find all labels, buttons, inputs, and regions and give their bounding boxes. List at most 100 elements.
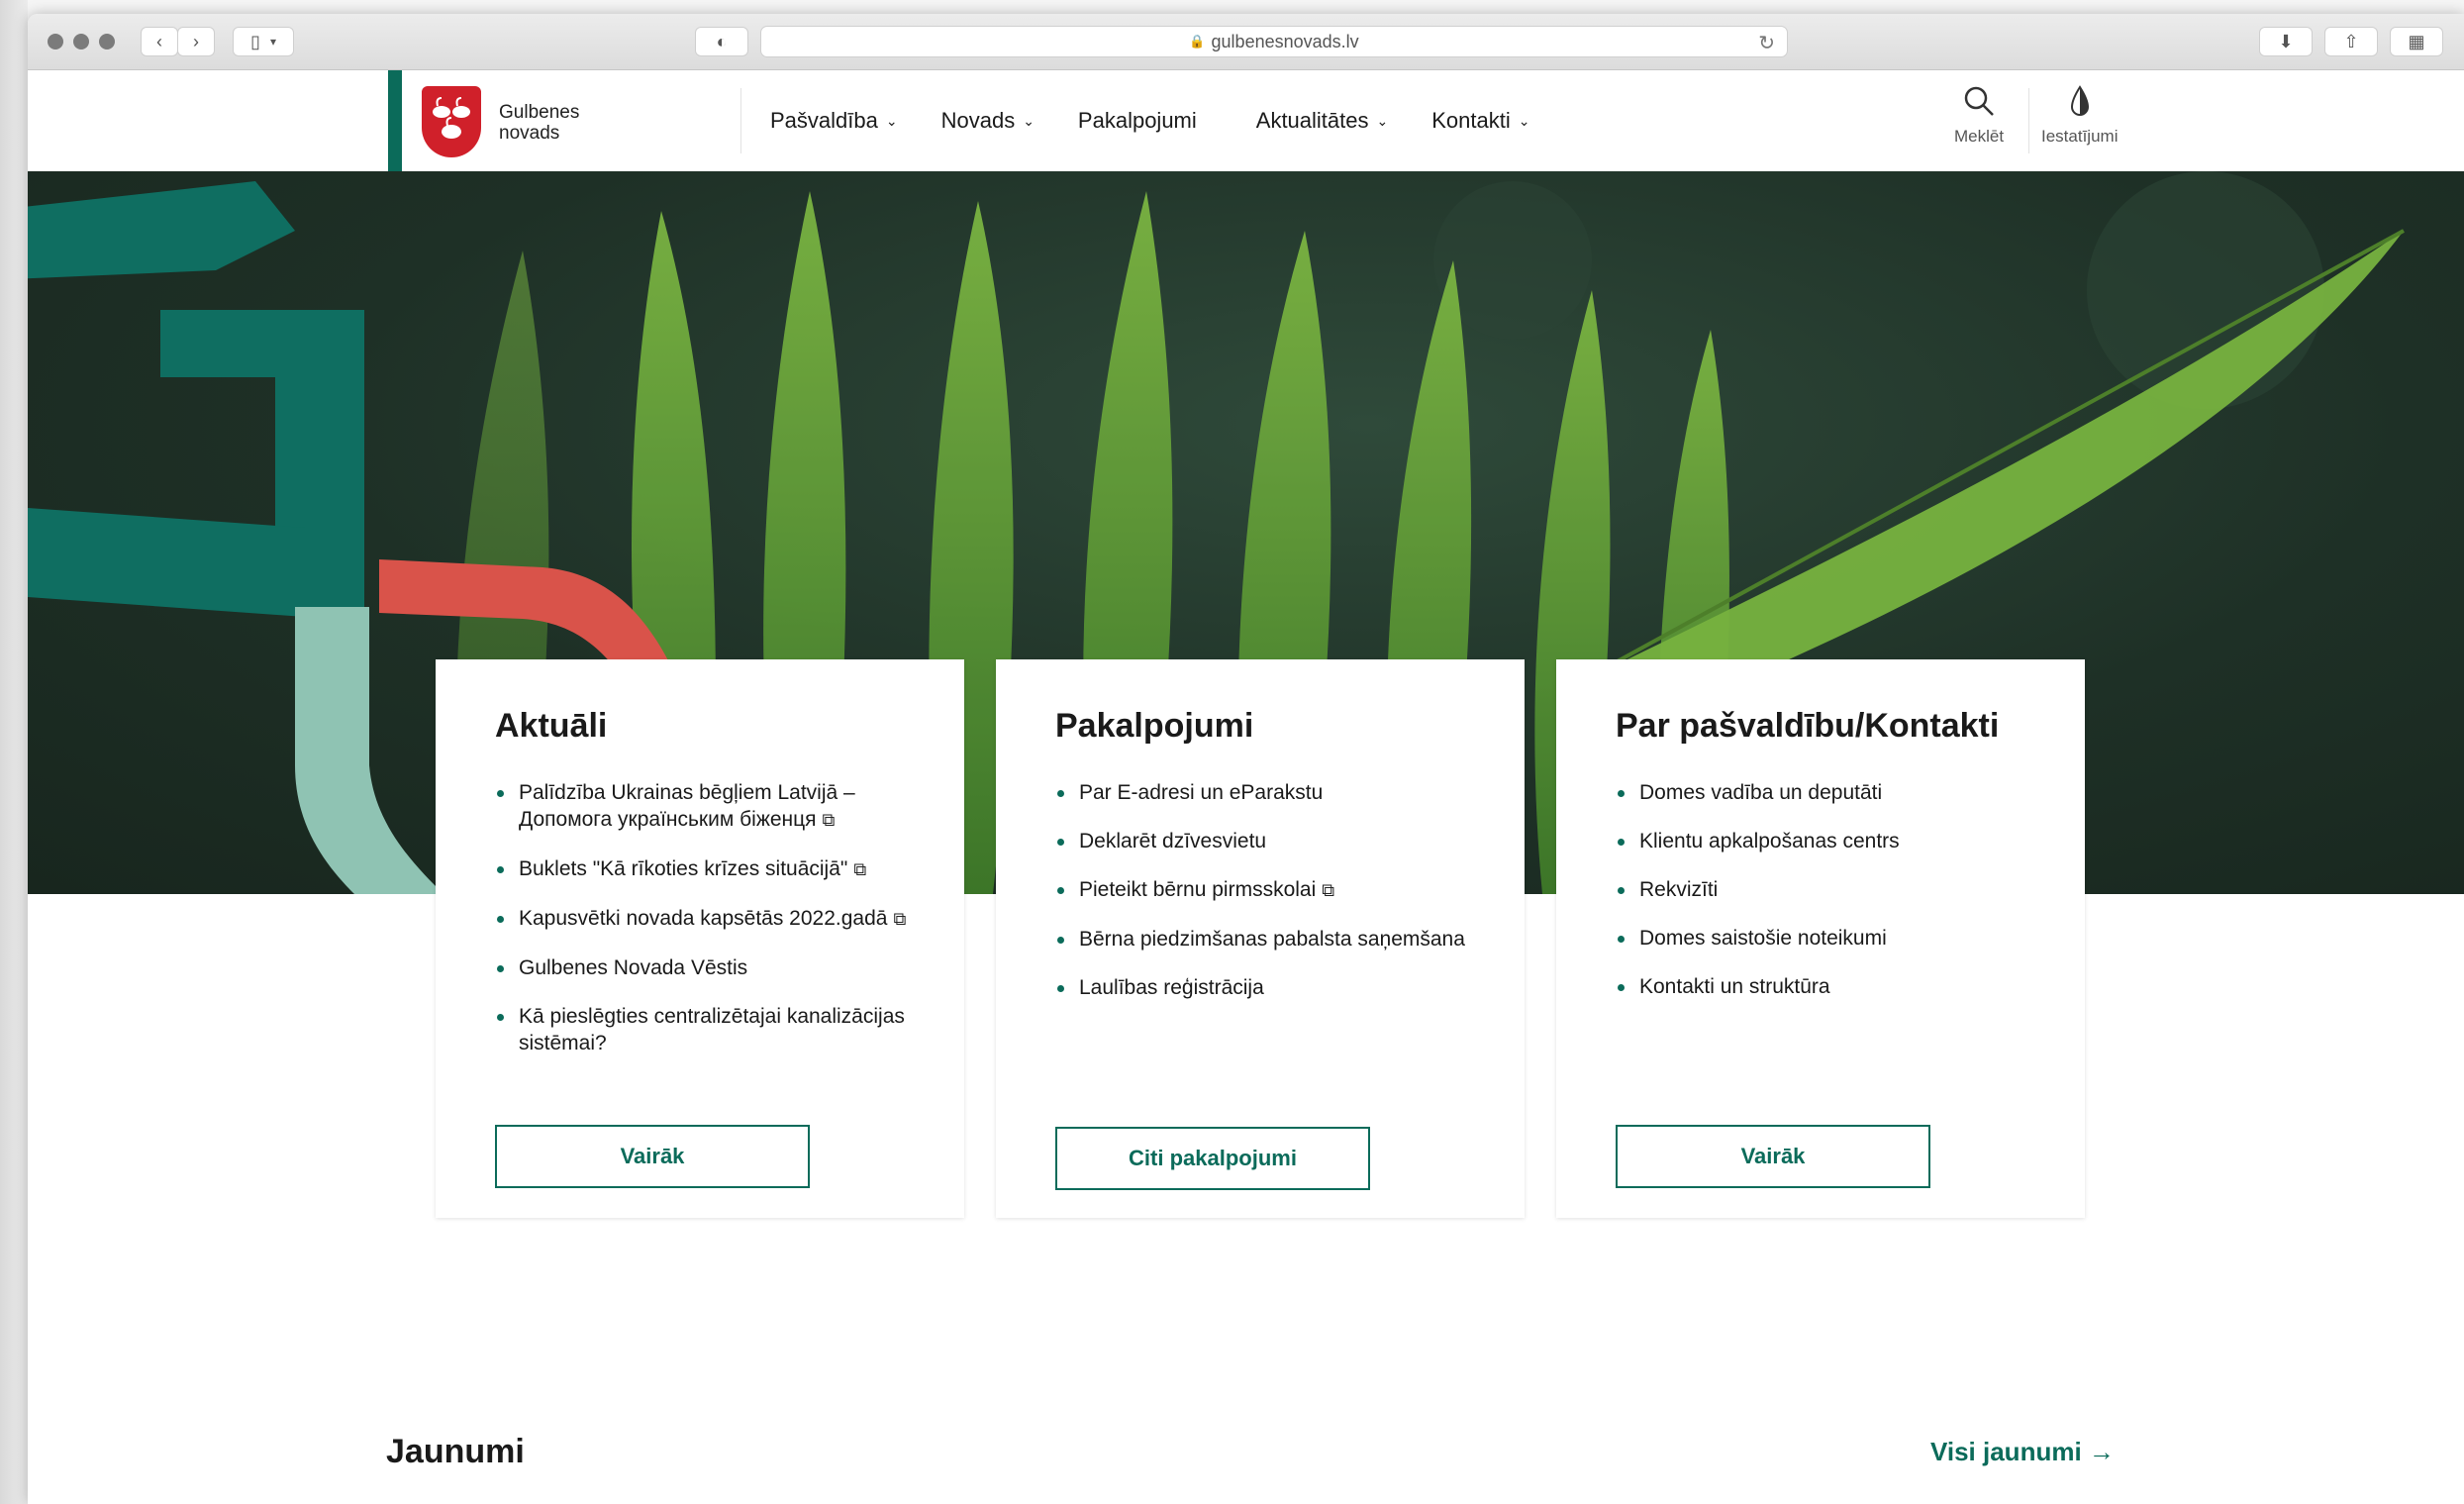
minimize-window-button[interactable] <box>73 34 89 50</box>
nav-item-aktualitates[interactable]: Aktualitātes ⌄ <box>1256 108 1388 134</box>
tool-divider <box>2028 88 2029 153</box>
list-item[interactable]: Palīdzība Ukrainas bēgļiem Latvijā – Доп… <box>495 779 907 834</box>
list-item[interactable]: Domes vadība un deputāti <box>1616 779 2027 806</box>
nav-item-label: Pašvaldība <box>770 108 878 133</box>
card-link-list: Domes vadība un deputāti Klientu apkalpo… <box>1616 779 2027 1000</box>
settings-button[interactable]: Iestatījumi <box>2041 84 2118 147</box>
list-item[interactable]: Klientu apkalpošanas centrs <box>1616 828 2027 854</box>
all-news-link[interactable]: Visi jaunumi → <box>1930 1437 2115 1467</box>
list-item[interactable]: Bērna piedzimšanas pabalsta saņemšana <box>1055 926 1467 953</box>
chevron-left-icon: ‹ <box>156 31 162 51</box>
list-item[interactable]: Par E-adresi un eParakstu <box>1055 779 1467 806</box>
sidebar-toggle-button[interactable]: ▯ ▾ <box>233 27 294 56</box>
chevron-down-icon: ⌄ <box>1518 112 1530 129</box>
nav-item-label: Pakalpojumi <box>1077 108 1197 133</box>
list-item[interactable]: Rekvizīti <box>1616 876 2027 903</box>
list-item-text: Klientu apkalpošanas centrs <box>1639 830 1900 852</box>
site-header: Gulbenes novads Pašvaldība ⌄ Novads ⌄ Pa… <box>28 70 2464 171</box>
list-item-text: Pieteikt bērnu pirmsskolai <box>1079 878 1317 901</box>
news-heading: Jaunumi <box>386 1433 525 1470</box>
forward-button[interactable]: › <box>177 27 215 56</box>
site-brand-name[interactable]: Gulbenes novads <box>499 102 579 144</box>
list-item-text: Rekvizīti <box>1639 878 1719 901</box>
search-button[interactable]: Meklēt <box>1954 84 2004 147</box>
list-item-text: Gulbenes Novada Vēstis <box>519 956 748 979</box>
external-link-icon: ⧉ <box>853 859 867 879</box>
nav-item-novads[interactable]: Novads ⌄ <box>941 108 1035 134</box>
header-accent-bar <box>388 70 402 171</box>
external-link-icon: ⧉ <box>893 909 907 929</box>
card-aktuali: Aktuāli Palīdzība Ukrainas bēgļiem Latvi… <box>436 659 964 1218</box>
share-icon: ⇧ <box>2343 31 2359 51</box>
list-item-text: Buklets "Kā rīkoties krīzes situācijā" <box>519 857 848 880</box>
reload-icon[interactable]: ↻ <box>1758 31 1775 55</box>
nav-item-label: Kontakti <box>1431 108 1511 133</box>
list-item[interactable]: Domes saistošie noteikumi <box>1616 925 2027 952</box>
address-bar[interactable]: 🔒 gulbenesnovads.lv ↻ <box>760 26 1788 57</box>
external-link-icon: ⧉ <box>822 810 836 830</box>
list-item[interactable]: Kapusvētki novada kapsētās 2022.gadā ⧉ <box>495 905 907 933</box>
chevron-down-icon: ⌄ <box>885 112 898 129</box>
lock-icon: 🔒 <box>1189 34 1206 49</box>
list-item[interactable]: Kontakti un struktūra <box>1616 973 2027 1000</box>
brand-line-1: Gulbenes <box>499 102 580 123</box>
coat-of-arms-logo[interactable] <box>422 86 481 157</box>
list-item-text: Par E-adresi un eParakstu <box>1079 781 1324 804</box>
privacy-report-button[interactable]: ◐ <box>695 27 748 56</box>
list-item-text: Kontakti un struktūra <box>1639 975 1830 998</box>
list-item-text: Kapusvētki novada kapsētās 2022.gadā <box>519 907 888 930</box>
zoom-window-button[interactable] <box>99 34 115 50</box>
list-item[interactable]: Pieteikt bērnu pirmsskolai ⧉ <box>1055 876 1467 904</box>
url-text: gulbenesnovads.lv <box>1211 31 1359 51</box>
list-item-text: Domes vadība un deputāti <box>1639 781 1883 804</box>
contrast-drop-icon <box>2041 84 2118 127</box>
list-item[interactable]: Buklets "Kā rīkoties krīzes situācijā" ⧉ <box>495 855 907 883</box>
news-section: Jaunumi Visi jaunumi → <box>28 1359 2464 1504</box>
chevron-right-icon: › <box>193 31 199 51</box>
list-item-text: Deklarēt dzīvesvietu <box>1079 830 1267 852</box>
external-link-icon: ⧉ <box>1322 880 1335 900</box>
nav-divider <box>740 88 741 153</box>
download-icon: ⬇ <box>2278 31 2294 51</box>
list-item[interactable]: Kā pieslēgties centralizētajai kanalizāc… <box>495 1003 907 1056</box>
close-window-button[interactable] <box>48 34 63 50</box>
shield-icon: ◐ <box>716 31 728 51</box>
nav-item-label: Aktualitātes <box>1255 108 1369 133</box>
downloads-button[interactable]: ⬇ <box>2259 27 2313 56</box>
other-services-button[interactable]: Citi pakalpojumi <box>1055 1127 1370 1190</box>
list-item[interactable]: Gulbenes Novada Vēstis <box>495 954 907 981</box>
card-par-pasvaldibu: Par pašvaldību/Kontakti Domes vadība un … <box>1556 659 2085 1218</box>
share-button[interactable]: ⇧ <box>2324 27 2378 56</box>
list-item-text: Bērna piedzimšanas pabalsta saņemšana <box>1079 928 1465 951</box>
tab-overview-button[interactable]: ▦ <box>2390 27 2443 56</box>
more-button[interactable]: Vairāk <box>1616 1125 1930 1188</box>
nav-item-pakalpojumi[interactable]: Pakalpojumi <box>1078 108 1197 134</box>
list-item-text: Domes saistošie noteikumi <box>1639 927 1887 950</box>
back-button[interactable]: ‹ <box>141 27 178 56</box>
list-item[interactable]: Deklarēt dzīvesvietu <box>1055 828 1467 854</box>
card-link-list: Par E-adresi un eParakstu Deklarēt dzīve… <box>1055 779 1467 1001</box>
chevron-down-icon: ⌄ <box>1376 112 1389 129</box>
card-title: Pakalpojumi <box>1055 707 1254 745</box>
nav-item-kontakti[interactable]: Kontakti ⌄ <box>1431 108 1529 134</box>
list-item-text: Kā pieslēgties centralizētajai kanalizāc… <box>519 1005 905 1054</box>
search-label: Meklēt <box>1954 127 2005 146</box>
browser-toolbar: ‹ › ▯ ▾ ◐ 🔒 gulbenesnovads.lv ↻ ⬇ ⇧ ▦ <box>28 14 2464 70</box>
chevron-down-icon: ▾ <box>269 35 276 49</box>
brand-line-2: novads <box>499 123 560 144</box>
list-item-text: Laulības reģistrācija <box>1079 976 1264 999</box>
main-nav: Pašvaldība ⌄ Novads ⌄ Pakalpojumi Aktual… <box>770 70 1573 171</box>
nav-item-pasvaldiba[interactable]: Pašvaldība ⌄ <box>770 108 898 134</box>
card-link-list: Palīdzība Ukrainas bēgļiem Latvijā – Доп… <box>495 779 907 1056</box>
card-pakalpojumi: Pakalpojumi Par E-adresi un eParakstu De… <box>996 659 1525 1218</box>
chevron-down-icon: ⌄ <box>1023 112 1035 129</box>
nav-item-label: Novads <box>940 108 1016 133</box>
search-icon <box>1954 84 2004 127</box>
list-item-text: Palīdzība Ukrainas bēgļiem Latvijā – Доп… <box>519 781 855 831</box>
desktop-background <box>0 0 28 1504</box>
browser-window: ‹ › ▯ ▾ ◐ 🔒 gulbenesnovads.lv ↻ ⬇ ⇧ ▦ Gu… <box>28 14 2464 1504</box>
swan-icon <box>433 97 470 139</box>
settings-label: Iestatījumi <box>2041 127 2119 146</box>
more-button[interactable]: Vairāk <box>495 1125 810 1188</box>
list-item[interactable]: Laulības reģistrācija <box>1055 974 1467 1001</box>
